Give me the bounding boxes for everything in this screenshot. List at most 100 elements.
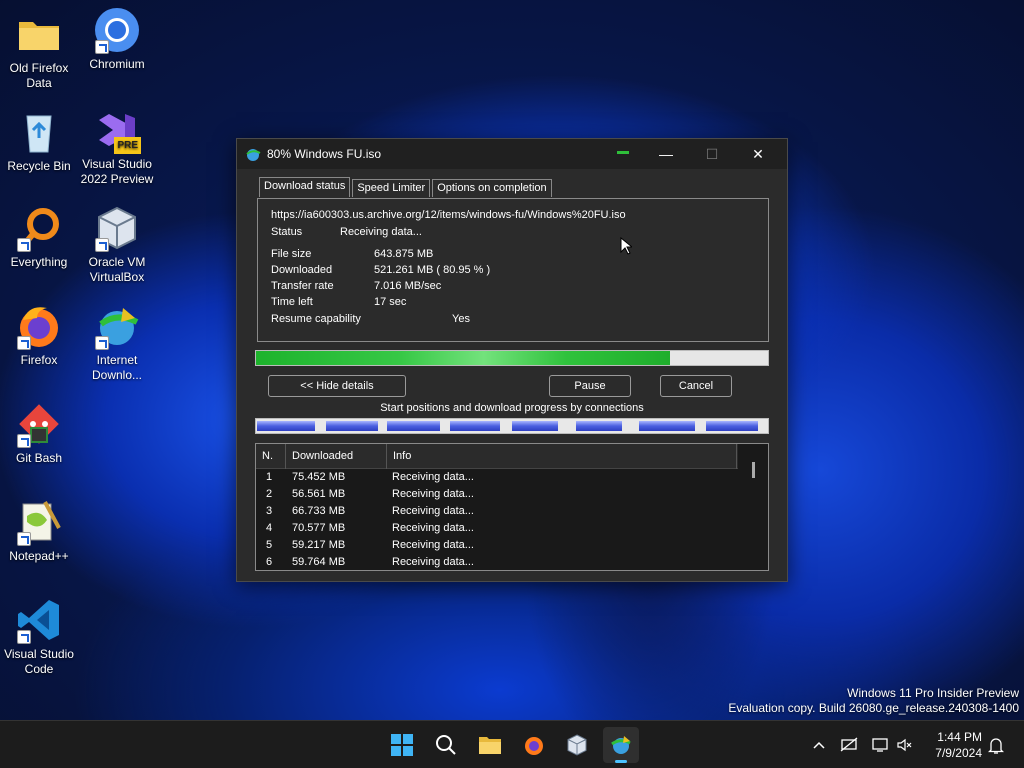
mouse-cursor-icon <box>620 237 632 255</box>
row-info: Receiving data... <box>392 471 474 483</box>
start-button[interactable] <box>384 727 420 763</box>
pause-button[interactable]: Pause <box>549 375 631 397</box>
desktop-icon-recycle-bin[interactable]: Recycle Bin <box>0 108 78 174</box>
download-progress-window: 80% Windows FU.iso — ☐ ✕ Download status… <box>236 138 788 582</box>
connection-segment-2 <box>326 421 378 431</box>
table-row[interactable]: 3 66.733 MB Receiving data... <box>256 503 768 520</box>
time-left-value: 17 sec <box>374 296 407 308</box>
download-status-panel: https://ia600303.us.archive.org/12/items… <box>257 198 769 342</box>
row-downloaded: 59.217 MB <box>292 539 346 551</box>
table-row[interactable]: 5 59.217 MB Receiving data... <box>256 537 768 554</box>
table-row[interactable]: 6 59.764 MB Receiving data... <box>256 554 768 570</box>
row-number: 2 <box>266 488 273 500</box>
column-header-downloaded[interactable]: Downloaded <box>286 444 387 469</box>
internet-download-manager-icon <box>246 149 261 161</box>
connections-table: N. Downloaded Info 1 75.452 MB Receiving… <box>255 443 769 571</box>
taskbar-clock[interactable]: 1:44 PM 7/9/2024 <box>922 729 982 761</box>
shortcut-arrow-icon <box>17 336 31 350</box>
connection-segment-3 <box>387 421 440 431</box>
hide-details-button[interactable]: << Hide details <box>268 375 406 397</box>
connections-scrollbar[interactable] <box>738 444 768 570</box>
notification-bell-icon[interactable] <box>988 737 1004 755</box>
minimize-button[interactable]: — <box>643 139 689 169</box>
downloaded-value: 521.261 MB ( 80.95 % ) <box>374 264 491 276</box>
shortcut-arrow-icon <box>95 238 109 252</box>
clock-date: 7/9/2024 <box>935 746 982 760</box>
desktop-icon-notepad-plus-plus[interactable]: Notepad++ <box>0 498 78 564</box>
firefox-icon <box>15 302 63 350</box>
connections-table-header: N. Downloaded Info <box>256 444 768 469</box>
display-icon[interactable] <box>872 737 890 753</box>
shortcut-arrow-icon <box>17 434 31 448</box>
cancel-button[interactable]: Cancel <box>660 375 732 397</box>
connection-segment-4 <box>450 421 500 431</box>
title-bar[interactable]: 80% Windows FU.iso — ☐ ✕ <box>237 139 787 169</box>
connections-caption: Start positions and download progress by… <box>380 402 644 414</box>
network-icon[interactable] <box>840 737 858 753</box>
row-info: Receiving data... <box>392 488 474 500</box>
table-row[interactable]: 4 70.577 MB Receiving data... <box>256 520 768 537</box>
file-explorer-icon <box>479 737 501 754</box>
transfer-rate-value: 7.016 MB/sec <box>374 280 442 292</box>
taskbar-search-button[interactable] <box>428 727 464 763</box>
file-size-label: File size <box>271 248 312 260</box>
downloaded-label: Downloaded <box>271 264 333 276</box>
desktop-icon-firefox[interactable]: Firefox <box>0 302 78 368</box>
close-button[interactable]: ✕ <box>735 139 781 169</box>
shortcut-arrow-icon <box>95 40 109 54</box>
watermark-line-1: Windows 11 Pro Insider Preview <box>847 686 1019 700</box>
row-number: 1 <box>266 471 273 483</box>
connection-segment-8 <box>706 421 758 431</box>
tab-strip: Download status Speed Limiter Options on… <box>259 177 554 197</box>
chevron-up-icon[interactable] <box>812 738 826 752</box>
folder-icon <box>15 10 63 58</box>
taskbar-internet-download-manager[interactable] <box>603 727 639 763</box>
column-header-info[interactable]: Info <box>387 444 737 469</box>
maximize-button[interactable]: ☐ <box>689 139 735 169</box>
row-number: 5 <box>266 539 273 551</box>
resume-capability-label: Resume capability <box>271 313 361 325</box>
desktop-icon-chromium[interactable]: Chromium <box>78 6 156 72</box>
small-progress-flag-icon <box>617 151 629 154</box>
row-number: 6 <box>266 556 273 568</box>
desktop-icon-visual-studio-code[interactable]: Visual Studio Code <box>0 596 78 677</box>
table-row[interactable]: 1 75.452 MB Receiving data... <box>256 469 768 486</box>
resume-capability-value: Yes <box>452 313 470 325</box>
connection-segment-5 <box>512 421 558 431</box>
desktop-icon-everything[interactable]: Everything <box>0 204 78 270</box>
taskbar-file-explorer[interactable] <box>472 727 508 763</box>
tab-download-status[interactable]: Download status <box>259 177 351 197</box>
volume-muted-icon[interactable] <box>896 737 912 753</box>
download-url: https://ia600303.us.archive.org/12/items… <box>271 209 626 221</box>
system-tray <box>812 721 912 768</box>
shortcut-arrow-icon <box>95 336 109 350</box>
desktop-icon-git-bash[interactable]: Git Bash <box>0 400 78 466</box>
start-icon <box>391 734 413 756</box>
tab-speed-limiter[interactable]: Speed Limiter <box>352 179 431 197</box>
recycle-bin-icon <box>15 108 63 156</box>
taskbar-firefox[interactable] <box>516 727 552 763</box>
row-info: Receiving data... <box>392 556 474 568</box>
scrollbar-thumb[interactable] <box>752 462 755 478</box>
window-title: 80% Windows FU.iso <box>267 147 382 161</box>
tab-options-on-completion[interactable]: Options on completion <box>432 179 552 197</box>
desktop-icon-oracle-vm-virtualbox[interactable]: Oracle VM VirtualBox <box>78 204 156 285</box>
desktop-icon-old-firefox-data[interactable]: Old Firefox Data <box>0 10 78 91</box>
desktop-icon-visual-studio-2022-preview[interactable]: PRE Visual Studio 2022 Preview <box>78 106 156 187</box>
virtualbox-icon <box>93 204 141 252</box>
column-header-n[interactable]: N. <box>256 444 286 469</box>
row-info: Receiving data... <box>392 539 474 551</box>
desktop-icon-internet-download-manager[interactable]: Internet Downlo... <box>78 302 156 383</box>
preview-badge: PRE <box>114 137 141 154</box>
taskbar: 1:44 PM 7/9/2024 <box>0 720 1024 768</box>
watermark-line-2: Evaluation copy. Build 26080.ge_release.… <box>728 701 1019 715</box>
row-number: 4 <box>266 522 273 534</box>
row-downloaded: 56.561 MB <box>292 488 346 500</box>
chromium-icon <box>93 6 141 54</box>
taskbar-virtualbox[interactable] <box>559 727 595 763</box>
table-row[interactable]: 2 56.561 MB Receiving data... <box>256 486 768 503</box>
connection-segment-1 <box>257 421 315 431</box>
download-progress-bar <box>255 350 769 366</box>
visual-studio-icon: PRE <box>93 106 141 154</box>
git-bash-icon <box>15 400 63 448</box>
